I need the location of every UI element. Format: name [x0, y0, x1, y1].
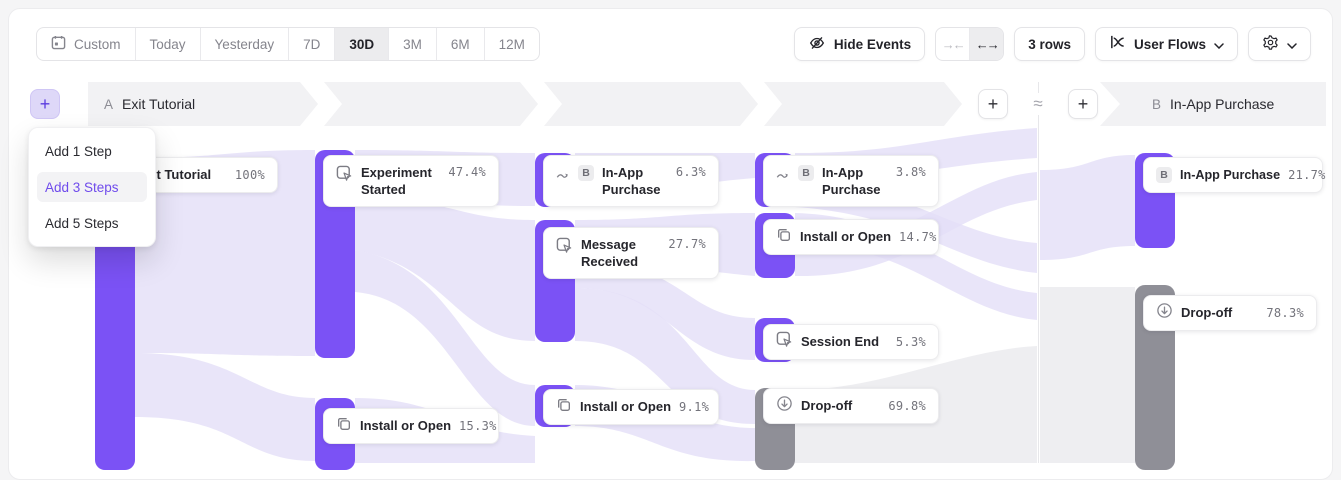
node-label: Install or Open: [580, 399, 671, 416]
view-type-label: User Flows: [1134, 37, 1206, 52]
section-separator-icon: ≈: [1026, 93, 1050, 115]
step-b-badge: B: [798, 165, 814, 181]
app-open-icon: [776, 227, 792, 248]
toolbar-right: Hide Events →← ←→ 3 rows User Flows: [794, 27, 1311, 59]
jump-arrow-icon: [556, 168, 570, 186]
expand-icon: ←→: [976, 37, 998, 52]
custom-event-icon: [776, 331, 793, 353]
step-header-chevron: [764, 82, 962, 126]
node-percent: 14.7%: [899, 230, 937, 244]
date-range-control: Custom Today Yesterday 7D 30D 3M 6M 12M: [36, 27, 540, 61]
menu-item-add-1-step[interactable]: Add 1 Step: [37, 136, 147, 166]
step-header-a: A Exit Tutorial: [88, 82, 318, 126]
date-range-30d[interactable]: 30D: [335, 28, 389, 60]
node-label: In-App Purchase: [1180, 167, 1280, 183]
date-range-7d[interactable]: 7D: [289, 28, 335, 60]
chevron-down-icon: [1214, 37, 1224, 52]
flow-node-session-end[interactable]: Session End 5.3%: [763, 324, 939, 360]
step-letter: A: [104, 97, 113, 112]
chevron-down-icon: [1287, 37, 1297, 52]
collapse-icon: →←: [942, 37, 964, 52]
node-label: In-App Purchase: [822, 165, 888, 199]
drop-off-icon: [1156, 302, 1173, 324]
step-header-b: B In-App Purchase: [1100, 82, 1326, 126]
jump-arrow-icon: [776, 168, 790, 186]
node-label: Experiment Started: [361, 165, 440, 199]
node-percent: 78.3%: [1266, 306, 1304, 320]
calendar-icon: [51, 35, 66, 53]
node-percent: 6.3%: [676, 165, 706, 179]
step-header-chevron: [544, 82, 758, 126]
flow-node-message-received[interactable]: Message Received 27.7%: [543, 227, 719, 279]
eye-off-icon: [808, 34, 826, 55]
collapse-expand-control: →← ←→: [935, 27, 1004, 61]
node-label: Session End: [801, 334, 879, 351]
date-range-12m[interactable]: 12M: [485, 28, 539, 60]
rows-button[interactable]: 3 rows: [1014, 27, 1085, 61]
step-header-chevron: [324, 82, 538, 126]
date-range-label: Custom: [74, 37, 121, 52]
menu-item-add-5-steps[interactable]: Add 5 Steps: [37, 208, 147, 238]
rows-label: 3 rows: [1028, 37, 1071, 52]
hide-events-button[interactable]: Hide Events: [794, 27, 925, 61]
add-step-before-b-button[interactable]: +: [1068, 89, 1098, 119]
flow-node-drop-off[interactable]: Drop-off 69.8%: [763, 388, 939, 424]
step-title: Exit Tutorial: [122, 96, 195, 112]
section-divider-line: [1038, 82, 1039, 463]
node-label: Install or Open: [360, 418, 451, 435]
step-title: In-App Purchase: [1170, 96, 1274, 112]
node-label: Message Received: [581, 237, 660, 271]
step-letter: B: [1152, 97, 1161, 112]
date-range-6m[interactable]: 6M: [437, 28, 485, 60]
date-range-yesterday[interactable]: Yesterday: [201, 28, 290, 60]
app-open-icon: [336, 416, 352, 437]
node-label: Drop-off: [801, 398, 852, 415]
collapse-columns-button[interactable]: →←: [936, 28, 970, 60]
custom-event-icon: [336, 165, 353, 187]
flow-node-in-app-purchase[interactable]: B In-App Purchase 6.3%: [543, 155, 719, 207]
step-b-badge: B: [1156, 167, 1172, 183]
node-percent: 100%: [235, 168, 265, 182]
add-steps-menu: Add 1 Step Add 3 Steps Add 5 Steps: [28, 127, 156, 247]
node-percent: 3.8%: [896, 165, 926, 179]
drop-off-icon: [776, 395, 793, 417]
step-b-badge: B: [578, 165, 594, 181]
node-percent: 21.7%: [1288, 168, 1326, 182]
view-type-dropdown[interactable]: User Flows: [1095, 27, 1238, 61]
add-step-before-button[interactable]: +: [30, 89, 60, 119]
node-label: Drop-off: [1181, 305, 1232, 322]
flow-node-install-or-open[interactable]: Install or Open 9.1%: [543, 389, 719, 425]
node-label: Install or Open: [800, 229, 891, 246]
gear-icon: [1262, 34, 1279, 54]
hide-events-label: Hide Events: [834, 37, 911, 52]
flow-node-in-app-purchase[interactable]: B In-App Purchase 3.8%: [763, 155, 939, 207]
date-range-custom[interactable]: Custom: [37, 28, 136, 60]
expand-columns-button[interactable]: ←→: [970, 28, 1003, 60]
node-label: In-App Purchase: [602, 165, 668, 199]
node-percent: 69.8%: [888, 399, 926, 413]
flow-node-experiment-started[interactable]: Experiment Started 47.4%: [323, 155, 499, 207]
node-percent: 15.3%: [459, 419, 497, 433]
node-percent: 27.7%: [668, 237, 706, 251]
node-percent: 9.1%: [679, 400, 709, 414]
date-range-3m[interactable]: 3M: [389, 28, 437, 60]
flow-node-drop-off[interactable]: Drop-off 78.3%: [1143, 295, 1317, 331]
flow-node-install-or-open[interactable]: Install or Open 14.7%: [763, 219, 939, 255]
flow-node-in-app-purchase[interactable]: B In-App Purchase 21.7%: [1143, 157, 1323, 193]
custom-event-icon: [556, 237, 573, 259]
add-step-after-a-button[interactable]: +: [978, 89, 1008, 119]
flow-node-install-or-open[interactable]: Install or Open 15.3%: [323, 408, 499, 444]
node-percent: 5.3%: [896, 335, 926, 349]
node-percent: 47.4%: [448, 165, 486, 179]
user-flows-icon: [1109, 34, 1126, 54]
menu-item-add-3-steps[interactable]: Add 3 Steps: [37, 172, 147, 202]
date-range-today[interactable]: Today: [136, 28, 201, 60]
settings-dropdown[interactable]: [1248, 27, 1311, 61]
app-open-icon: [556, 397, 572, 418]
